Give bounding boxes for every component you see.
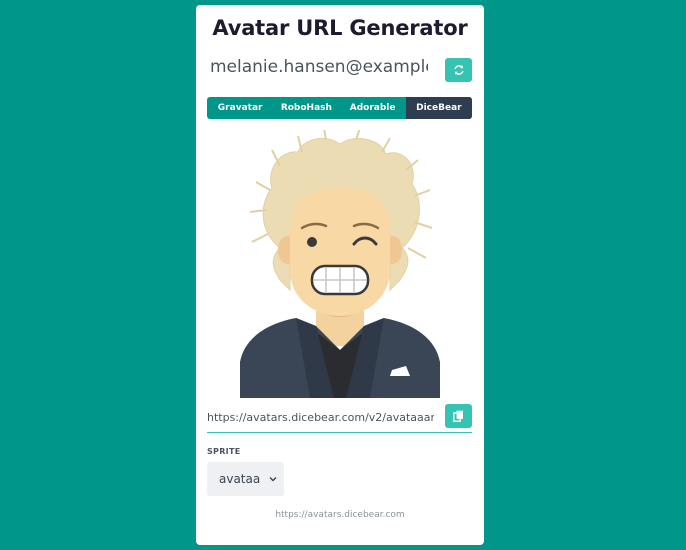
refresh-button[interactable] xyxy=(445,58,472,82)
url-field-underline xyxy=(207,432,472,433)
generator-card: Avatar URL Generator melanie.hansen@exam… xyxy=(196,5,484,545)
copy-icon xyxy=(453,410,463,422)
tab-dicebear[interactable]: DiceBear xyxy=(405,97,472,119)
avatar-url-field[interactable]: https://avatars.dicebear.com/v2/avataaar… xyxy=(207,405,434,431)
chevron-down-icon xyxy=(269,475,277,484)
sprite-select[interactable]: avataaars xyxy=(207,462,284,496)
avatar-image xyxy=(240,130,440,398)
copy-url-button[interactable] xyxy=(445,404,472,428)
sprite-selected-value: avataaars xyxy=(219,472,261,486)
tab-robohash[interactable]: RoboHash xyxy=(273,97,339,119)
provider-tabs: Gravatar RoboHash Adorable DiceBear xyxy=(207,97,472,119)
avatar-url-value: https://avatars.dicebear.com/v2/avataaar… xyxy=(207,411,434,424)
page-title: Avatar URL Generator xyxy=(212,16,468,40)
tab-adorable[interactable]: Adorable xyxy=(340,97,406,119)
email-value: melanie.hansen@example.com xyxy=(210,57,428,77)
refresh-icon xyxy=(453,65,464,75)
footer-link[interactable]: https://avatars.dicebear.com xyxy=(196,510,484,520)
left-eye xyxy=(307,237,317,247)
face-shape xyxy=(290,188,390,316)
email-input[interactable]: melanie.hansen@example.com xyxy=(210,57,428,83)
tab-gravatar[interactable]: Gravatar xyxy=(207,97,273,119)
sprite-label: SPRITE xyxy=(207,447,241,456)
